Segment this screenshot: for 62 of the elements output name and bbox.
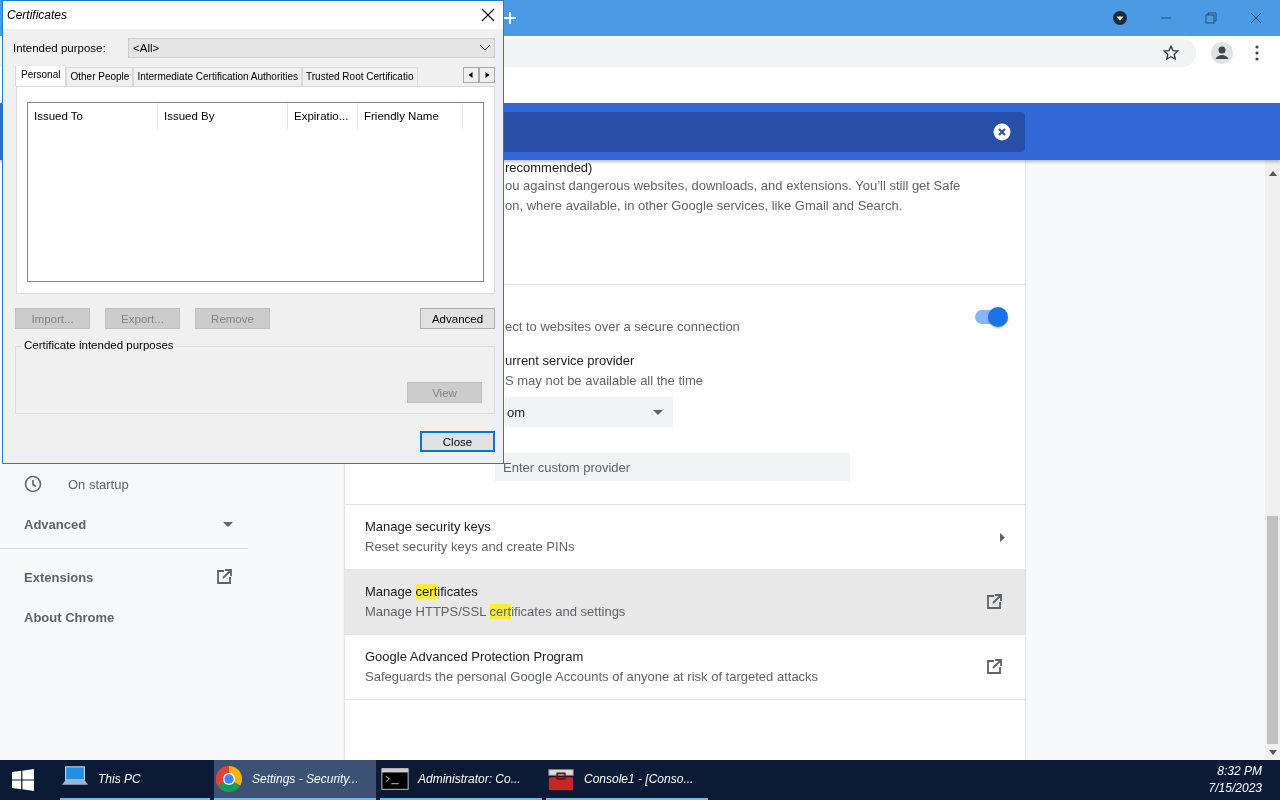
button[interactable]: Close bbox=[420, 431, 495, 452]
description-text: ou against dangerous websites, downloads, and extensions. You’ll still get Safe bbox=[505, 177, 962, 195]
sidebar-item[interactable]: Extensions bbox=[24, 569, 94, 585]
provider-dropdown[interactable]: om bbox=[505, 397, 673, 427]
sidebar-item[interactable]: About Chrome bbox=[24, 609, 115, 625]
scroll-down-icon[interactable] bbox=[1268, 750, 1277, 756]
windows-start-icon[interactable] bbox=[12, 769, 34, 791]
row-subtitle: Manage HTTPS/SSL certificates and settings bbox=[365, 603, 626, 621]
taskbar-button[interactable]: Administrator: Co... bbox=[380, 760, 542, 800]
external-link-icon[interactable] bbox=[985, 593, 1003, 611]
plus-icon[interactable] bbox=[503, 11, 517, 25]
column-header[interactable]: Friendly Name bbox=[358, 103, 463, 129]
field-label: Intended purpose: bbox=[13, 42, 107, 54]
scroll-right-icon[interactable] bbox=[479, 67, 495, 83]
clock-time[interactable]: 8:32 PM bbox=[1217, 763, 1262, 780]
row-subtitle: Reset security keys and create PINs bbox=[365, 538, 575, 556]
arrow-icon[interactable] bbox=[1000, 532, 1005, 542]
chevron-down-icon[interactable] bbox=[480, 45, 490, 51]
group-label: Certificate intended purposes bbox=[22, 339, 176, 351]
scroll-left-icon[interactable] bbox=[463, 67, 479, 83]
clock-date[interactable]: 7/15/2023 bbox=[1208, 780, 1262, 797]
dropdown-icon[interactable] bbox=[1112, 10, 1128, 26]
taskbar-button[interactable]: Console1 - [Conso... bbox=[546, 760, 708, 800]
external-link-icon[interactable] bbox=[985, 658, 1003, 676]
browser-icon bbox=[214, 764, 244, 794]
taskbar-button[interactable]: Settings - Security... bbox=[214, 760, 376, 800]
clear-icon[interactable] bbox=[993, 122, 1011, 141]
option-note: S may not be available all the time bbox=[505, 372, 704, 390]
taskbar-button[interactable]: This PC bbox=[60, 760, 210, 800]
tab[interactable]: Other People bbox=[66, 67, 134, 86]
row-title: Manage security keys bbox=[365, 518, 492, 536]
row-title: Google Advanced Protection Program bbox=[365, 648, 585, 666]
profile-icon[interactable] bbox=[1210, 41, 1234, 65]
purpose-dropdown[interactable]: <All> bbox=[128, 38, 495, 58]
description-text: on, where available, in other Google services, like Gmail and Search. bbox=[505, 197, 904, 215]
star-icon[interactable] bbox=[1162, 44, 1180, 62]
certificate-list[interactable]: Issued To Issued By Expiratio... Friendly Name bbox=[27, 102, 484, 282]
settings-row[interactable]: Google Advanced Protection Program Safeguards the personal Google Accounts of anyone at risk of targeted attacks bbox=[345, 635, 1025, 700]
scrollbar-thumb[interactable] bbox=[1267, 516, 1278, 744]
row-subtitle: Safeguards the personal Google Accounts of anyone at risk of targeted attacks bbox=[365, 668, 819, 686]
column-header[interactable]: Issued To bbox=[28, 103, 158, 129]
tab[interactable]: Intermediate Certification Authorities bbox=[133, 67, 303, 86]
tab[interactable]: Personal bbox=[15, 66, 67, 86]
external-link-icon[interactable] bbox=[215, 568, 233, 586]
option-title: urrent service provider bbox=[505, 352, 636, 370]
sidebar-item[interactable]: On startup bbox=[68, 476, 129, 492]
column-header[interactable]: Issued By bbox=[158, 103, 288, 129]
toggle-switch[interactable] bbox=[975, 310, 1005, 324]
section-heading: recommended) bbox=[505, 160, 594, 176]
tab[interactable]: Trusted Root Certificatio bbox=[302, 67, 418, 86]
clock-icon bbox=[24, 475, 42, 493]
caret-icon[interactable] bbox=[653, 409, 663, 415]
window-title: Certificates bbox=[7, 8, 68, 22]
scrollbar[interactable] bbox=[1265, 160, 1280, 760]
close-icon[interactable] bbox=[481, 8, 495, 22]
scroll-up-icon[interactable] bbox=[1268, 170, 1277, 176]
sidebar-item[interactable]: Advanced bbox=[24, 516, 87, 532]
column-header[interactable]: Expiratio... bbox=[288, 103, 358, 129]
description-text: ect to websites over a secure connection bbox=[505, 319, 740, 334]
caret-icon[interactable] bbox=[223, 521, 233, 527]
button[interactable]: Advanced bbox=[420, 308, 495, 329]
input-field[interactable]: Enter custom provider bbox=[495, 453, 850, 481]
